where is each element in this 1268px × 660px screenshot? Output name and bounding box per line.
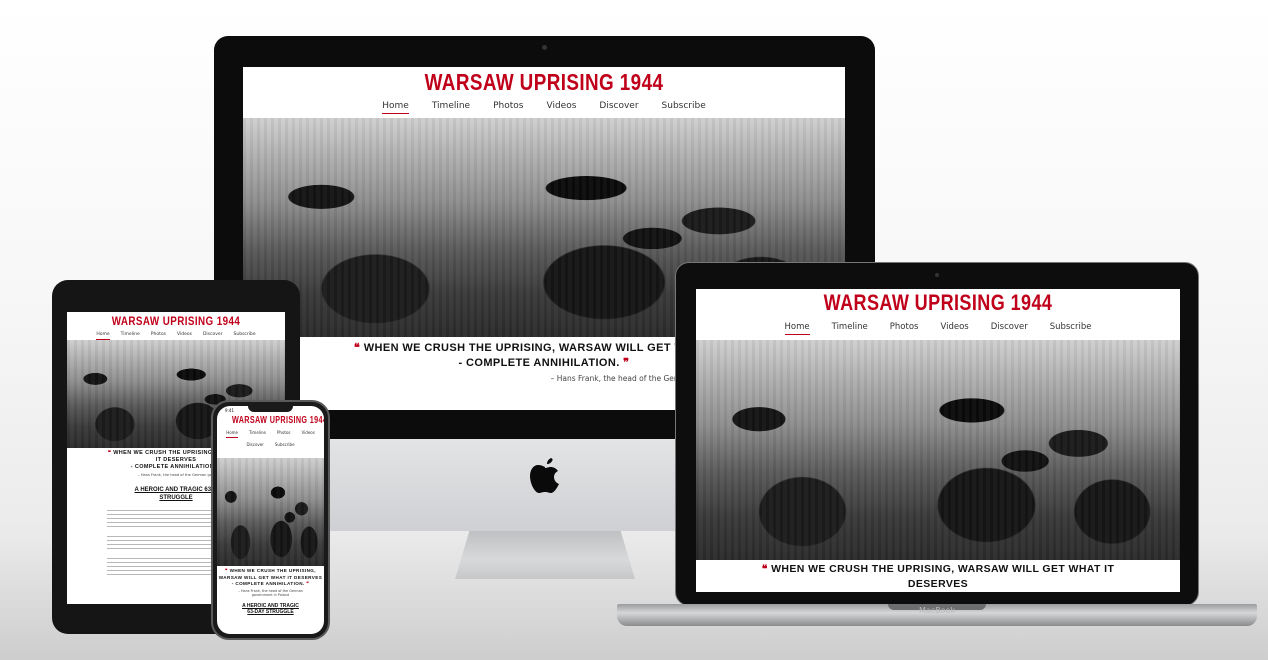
nav-discover[interactable]: Discover (246, 442, 263, 447)
nav-discover[interactable]: Discover (203, 332, 223, 337)
quote-attribution: – Hans Frank, the head of the German gov… (238, 588, 303, 598)
hero-quote-line3: - complete annihilation. ❞ (231, 581, 310, 586)
main-nav: Home Timeline Photos Videos Discover Sub… (696, 322, 1180, 340)
nav-home[interactable]: Home (382, 101, 409, 114)
quote-open-icon: ❝ (353, 342, 361, 354)
camera-dot-icon (935, 273, 939, 277)
hero-quote: ❝ When we crush the uprising, Warsaw wil… (761, 563, 1115, 575)
nav-videos[interactable]: Videos (302, 430, 315, 435)
nav-home[interactable]: Home (96, 332, 110, 340)
nav-subscribe[interactable]: Subscribe (234, 332, 256, 337)
site-title: WARSAW UPRISING 1944 (231, 415, 324, 426)
nav-photos[interactable]: Photos (151, 332, 166, 337)
nav-subscribe[interactable]: Subscribe (662, 101, 706, 111)
macbook-screen: WARSAW UPRISING 1944 Home Timeline Photo… (696, 289, 1180, 592)
camera-dot-icon (542, 45, 547, 50)
quote-close-icon: ❞ (306, 581, 310, 586)
site-title: WARSAW UPRISING 1944 (424, 69, 664, 95)
nav-photos[interactable]: Photos (493, 101, 523, 111)
quote-close-icon: ❞ (623, 357, 630, 369)
quote-open-icon: ❝ (107, 450, 112, 456)
iphone-notch (248, 404, 293, 412)
nav-subscribe[interactable]: Subscribe (275, 442, 295, 447)
main-nav: Home Timeline Photos Videos Discover Sub… (217, 430, 324, 450)
nav-videos[interactable]: Videos (940, 322, 968, 332)
nav-timeline[interactable]: Timeline (432, 101, 470, 111)
nav-timeline[interactable]: Timeline (249, 430, 266, 435)
hero-quote: ❝ When we crush the uprising, (225, 568, 316, 573)
hero-photo (217, 458, 324, 566)
quote-open-icon: ❝ (225, 568, 228, 573)
hero-photo (696, 340, 1180, 560)
nav-home[interactable]: Home (226, 430, 238, 438)
nav-videos[interactable]: Videos (177, 332, 192, 337)
nav-videos[interactable]: Videos (546, 101, 576, 111)
nav-subscribe[interactable]: Subscribe (1050, 322, 1092, 332)
nav-discover[interactable]: Discover (599, 101, 638, 111)
macbook-brand-label: MacBook (918, 606, 956, 615)
iphone-screen: 9:41 WARSAW UPRISING 1944 Home Timeline … (217, 406, 324, 634)
nav-discover[interactable]: Discover (991, 322, 1028, 332)
imac-stand (455, 531, 635, 579)
main-nav: Home Timeline Photos Videos Discover Sub… (243, 101, 845, 119)
nav-home[interactable]: Home (784, 322, 810, 335)
apple-logo-icon (530, 458, 559, 493)
hero-quote-line2: deserves (907, 578, 969, 590)
site-title: WARSAW UPRISING 1944 (823, 290, 1053, 315)
nav-timeline[interactable]: Timeline (121, 332, 140, 337)
nav-photos[interactable]: Photos (890, 322, 919, 332)
nav-timeline[interactable]: Timeline (832, 322, 868, 332)
site-title: WARSAW UPRISING 1944 (111, 314, 241, 328)
main-nav: Home Timeline Photos Videos Discover Sub… (67, 332, 285, 340)
quote-open-icon: ❝ (761, 563, 768, 575)
nav-photos[interactable]: Photos (277, 430, 291, 435)
section-heading: A heroic and tragic 63-day struggle (242, 602, 299, 616)
